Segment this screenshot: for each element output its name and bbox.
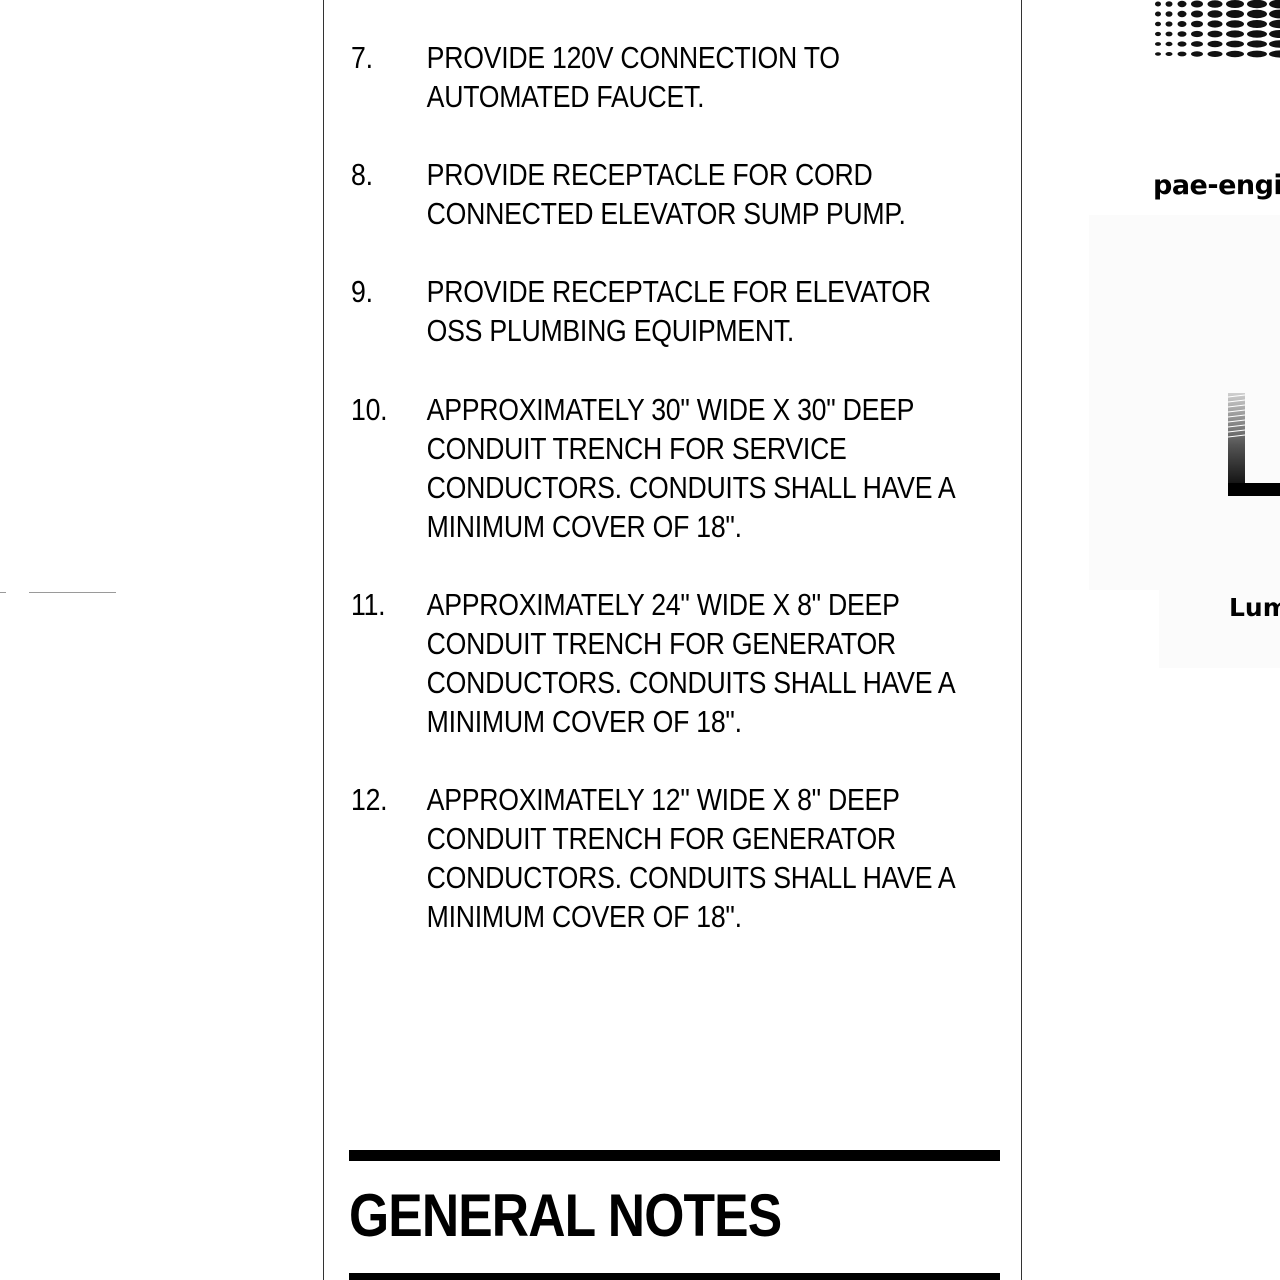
firm-website-text: pae-engi <box>1153 170 1280 201</box>
note-text: PROVIDE RECEPTACLE FOR ELEVATOR OSS PLUM… <box>426 274 931 348</box>
keyed-notes-column: 7. PROVIDE 120V CONNECTION TO AUTOMATED … <box>323 0 1022 1280</box>
note-text: PROVIDE RECEPTACLE FOR CORD CONNECTED EL… <box>426 157 906 231</box>
note-number: 11. <box>351 587 386 622</box>
title-block-fragment: pae-engi Lum <box>1023 0 1280 1280</box>
note-number: 12. <box>351 782 388 817</box>
large-letter-l-icon <box>1228 393 1280 496</box>
note-text: APPROXIMATELY 24" WIDE X 8" DEEP CONDUIT… <box>426 587 956 739</box>
general-notes-top-rule <box>349 1150 1000 1161</box>
note-number: 7. <box>351 40 373 75</box>
note-text: APPROXIMATELY 12" WIDE X 8" DEEP CONDUIT… <box>426 782 956 934</box>
note-text: APPROXIMATELY 30" WIDE X 30" DEEP CONDUI… <box>426 392 956 544</box>
general-notes-bottom-rule <box>349 1273 1000 1280</box>
note-text: PROVIDE 120V CONNECTION TO AUTOMATED FAU… <box>426 40 840 114</box>
note-number: 9. <box>351 274 373 309</box>
note-number: 8. <box>351 157 373 192</box>
client-name-text: Lum <box>1229 593 1280 622</box>
drawing-fragment-line <box>29 592 116 593</box>
drawing-fragment-line <box>0 592 6 593</box>
dot-pattern-logo-icon <box>1155 0 1280 58</box>
note-number: 10. <box>351 392 388 427</box>
general-notes-heading: GENERAL NOTES <box>349 1182 782 1249</box>
